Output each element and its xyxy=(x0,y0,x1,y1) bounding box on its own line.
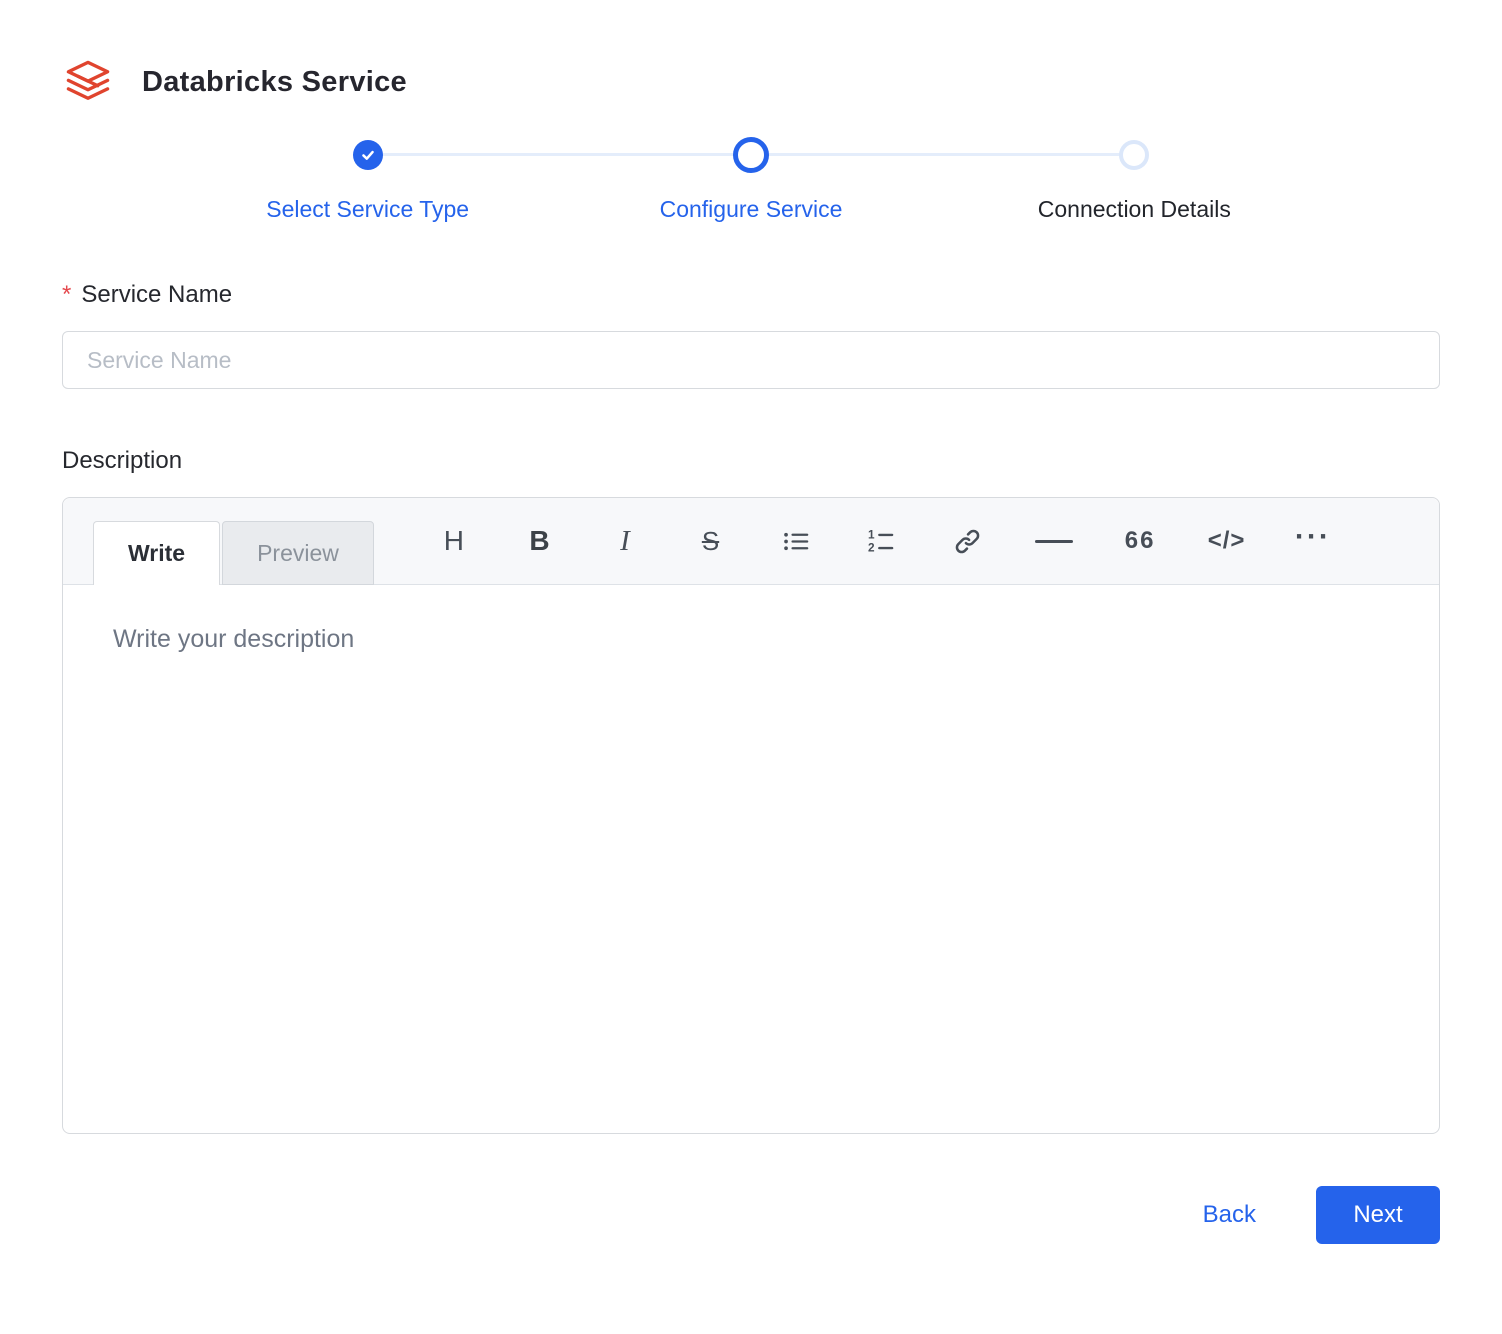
horizontal-rule-icon[interactable] xyxy=(1034,517,1073,565)
tab-write[interactable]: Write xyxy=(93,521,221,585)
next-button[interactable]: Next xyxy=(1316,1186,1440,1244)
stepper: Select Service Type Configure Service Co… xyxy=(176,136,1326,223)
step-select-service-type: Select Service Type xyxy=(176,136,559,223)
heading-icon[interactable]: H xyxy=(436,517,472,565)
toolbar-buttons: H B I S 1 2 66 </> ··· xyxy=(436,498,1331,584)
step-configure-service: Configure Service xyxy=(559,136,942,223)
step-pending-indicator xyxy=(1119,140,1150,170)
step-completed-indicator xyxy=(352,140,383,170)
service-name-label-text: Service Name xyxy=(81,281,233,308)
editor-body xyxy=(63,585,1439,1133)
step-label-select-service-type: Select Service Type xyxy=(266,196,470,222)
italic-icon[interactable]: I xyxy=(607,517,643,565)
svg-text:2: 2 xyxy=(868,540,875,554)
service-name-input[interactable] xyxy=(62,331,1440,389)
step-connection-details: Connection Details xyxy=(943,136,1326,223)
tab-preview[interactable]: Preview xyxy=(222,521,374,585)
description-label: Description xyxy=(62,447,183,474)
page-title: Databricks Service xyxy=(142,65,407,98)
svg-text:1: 1 xyxy=(868,528,875,541)
required-asterisk: * xyxy=(62,281,72,308)
step-active-indicator xyxy=(732,137,769,173)
editor-toolbar: Write Preview H B I S 1 2 66 </> ··· xyxy=(63,498,1439,585)
databricks-logo-icon xyxy=(62,56,114,108)
service-name-label: * Service Name xyxy=(62,281,1440,309)
footer: Back Next xyxy=(62,1186,1440,1244)
unordered-list-icon[interactable] xyxy=(778,517,814,565)
markdown-editor: Write Preview H B I S 1 2 66 </> ··· Wri… xyxy=(62,497,1440,1134)
step-label-configure-service: Configure Service xyxy=(659,196,843,222)
back-button[interactable]: Back xyxy=(1193,1193,1266,1237)
bold-icon[interactable]: B xyxy=(521,517,557,565)
databricks-service-page: Databricks Service Select Service Type C… xyxy=(0,0,1502,1284)
header: Databricks Service xyxy=(62,56,1440,108)
description-field: Description Write Preview H B I S 1 2 66… xyxy=(62,447,1440,1134)
service-name-field: * Service Name xyxy=(62,281,1440,389)
step-label-connection-details: Connection Details xyxy=(1037,196,1231,222)
code-icon[interactable]: </> xyxy=(1208,517,1246,565)
quote-icon[interactable]: 66 xyxy=(1122,517,1158,565)
description-textarea[interactable] xyxy=(63,585,1439,1133)
more-icon[interactable]: ··· xyxy=(1295,517,1331,565)
ordered-list-icon[interactable]: 1 2 xyxy=(864,517,900,565)
link-icon[interactable] xyxy=(949,517,985,565)
strikethrough-icon[interactable]: S xyxy=(693,517,729,565)
check-icon xyxy=(361,150,374,160)
